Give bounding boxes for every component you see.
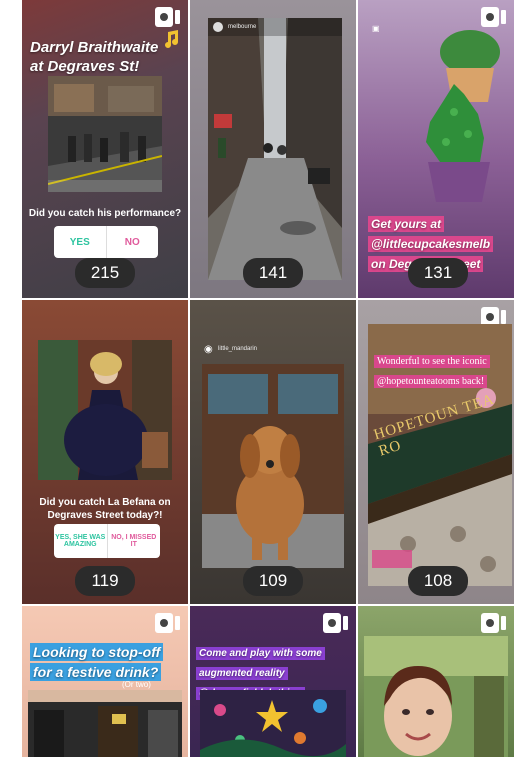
poll-option-yes[interactable]: YES, SHE WAS AMAZING	[54, 524, 108, 558]
story-tile-selfie[interactable]: thecakeshop	[358, 606, 514, 757]
music-note-icon	[165, 30, 178, 48]
view-count-badge: 215	[75, 258, 135, 288]
view-count-badge: 109	[243, 566, 303, 596]
poll-option-yes[interactable]: YES	[54, 226, 107, 258]
view-count-badge: 119	[75, 566, 135, 596]
story-highlights-grid: Darryl Braithwaite at Degraves St! Did y…	[0, 0, 514, 757]
story-tile-darryl[interactable]: Darryl Braithwaite at Degraves St! Did y…	[22, 0, 188, 298]
story-caption: Wonderful to see the iconic @hopetountea…	[374, 352, 498, 392]
story-tile-la-befana[interactable]: Did you catch La Befana on Degraves Stre…	[22, 300, 188, 604]
story-username: little_mandarin	[218, 346, 258, 352]
story-tile-laneway[interactable]: melbourne 141	[190, 0, 356, 298]
story-tile-augmented-reality[interactable]: Come and play with some augmented realit…	[190, 606, 356, 757]
poll-sticker[interactable]: YES, SHE WAS AMAZING NO, I MISSED IT	[54, 524, 160, 558]
story-caption: Looking to stop-off for a festive drink?	[30, 642, 164, 682]
story-tile-festive-drink[interactable]: Looking to stop-off for a festive drink?…	[22, 606, 188, 757]
igtv-icon	[155, 7, 180, 27]
degraves-laneway-photo	[208, 18, 342, 280]
poll-sticker[interactable]: YES NO	[54, 226, 158, 258]
ar-mural-photo	[200, 690, 346, 757]
street-performance-photo	[48, 76, 162, 192]
bar-photo	[28, 690, 182, 757]
selfie-photo	[364, 636, 508, 757]
igtv-icon	[155, 613, 180, 633]
story-tile-little-mandarin[interactable]: ◉ little_mandarin 109	[190, 300, 356, 604]
story-question: Did you catch La Befana on Degraves Stre…	[39, 497, 171, 521]
shop-icon: ▣	[372, 24, 380, 33]
instagram-logo-icon: ◉	[204, 344, 213, 355]
poll-option-no[interactable]: NO	[107, 226, 159, 258]
story-tile-hopetoun[interactable]: Wonderful to see the iconic @hopetountea…	[358, 300, 514, 604]
view-count-badge: 141	[243, 258, 303, 288]
view-count-badge: 108	[408, 566, 468, 596]
story-tile-cupcakes[interactable]: ▣ Get yours at @littlecupcakesmelb on De…	[358, 0, 514, 298]
poll-option-no[interactable]: NO, I MISSED IT	[108, 524, 161, 558]
igtv-icon	[481, 613, 506, 633]
la-befana-photo	[38, 340, 172, 480]
dog-photo	[202, 364, 344, 568]
story-caption-sub: (Or two)	[122, 680, 151, 689]
story-caption: Darryl Braithwaite at Degraves St!	[30, 39, 159, 75]
story-question: Did you catch his performance?	[28, 208, 182, 219]
igtv-icon	[323, 613, 348, 633]
cupcake-photo	[426, 30, 500, 202]
view-count-badge: 131	[408, 258, 468, 288]
story-username: melbourne	[228, 24, 257, 30]
